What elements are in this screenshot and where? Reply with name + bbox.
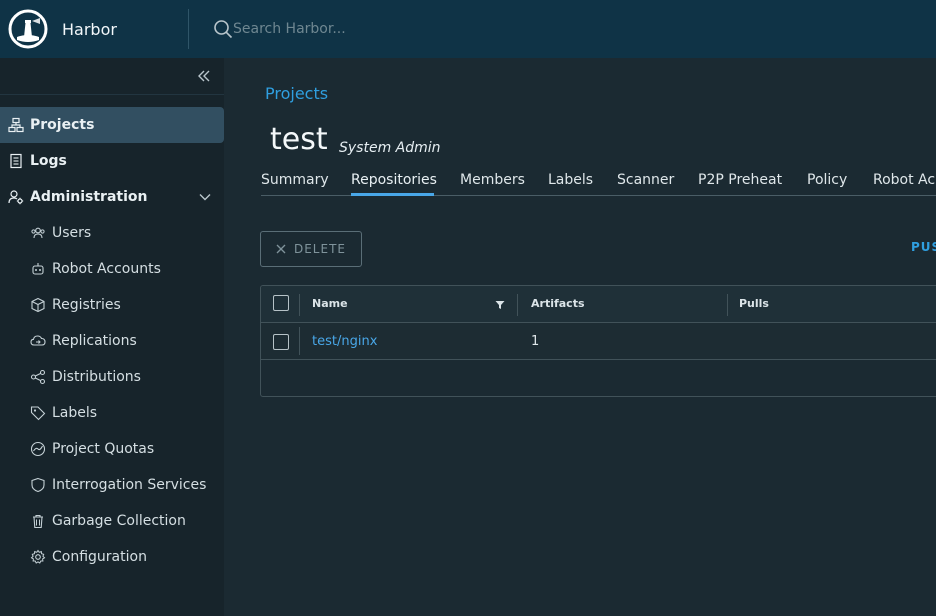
sidebar-item-label: Project Quotas [52, 441, 155, 457]
sidebar-item-interrogation-services[interactable]: Interrogation Services [0, 467, 224, 503]
sidebar-item-logs[interactable]: Logs [0, 143, 224, 179]
delete-button[interactable]: DELETE [260, 231, 362, 267]
sidebar-item-registries[interactable]: Registries [0, 287, 224, 323]
repositories-table: Name Artifacts Pulls test/nginx 1 [260, 285, 936, 397]
page-title: test [270, 122, 328, 157]
push-command-button[interactable]: PUS [911, 240, 936, 254]
sidebar-divider [0, 94, 224, 95]
sidebar-item-distributions[interactable]: Distributions [0, 359, 224, 395]
tab-repositories[interactable]: Repositories [351, 172, 437, 188]
column-header-name[interactable]: Name [312, 297, 348, 310]
shield-icon [31, 477, 45, 493]
tab-summary[interactable]: Summary [261, 172, 329, 188]
sidebar-item-configuration[interactable]: Configuration [0, 539, 224, 575]
harbor-logo-icon [8, 9, 48, 49]
projects-icon [8, 117, 24, 133]
double-chevron-left-icon [198, 70, 210, 82]
app-title: Harbor [62, 19, 117, 39]
column-header-artifacts[interactable]: Artifacts [531, 297, 585, 310]
sidebar-item-label: Replications [52, 333, 137, 349]
row-checkbox[interactable] [273, 334, 289, 350]
tab-scanner[interactable]: Scanner [617, 172, 674, 188]
sidebar-item-label: Users [52, 225, 92, 241]
column-separator [299, 294, 300, 316]
table-header: Name Artifacts Pulls [261, 286, 936, 323]
sidebar: Projects Logs Administration Users Robot… [0, 58, 224, 616]
administration-icon [8, 190, 24, 205]
trash-icon [33, 514, 43, 529]
collapse-sidebar-button[interactable] [194, 66, 214, 86]
tab-labels[interactable]: Labels [548, 172, 593, 188]
sidebar-item-label: Logs [30, 153, 67, 169]
logo-area[interactable]: Harbor [0, 0, 188, 58]
sidebar-item-replications[interactable]: Replications [0, 323, 224, 359]
artifacts-count: 1 [531, 334, 540, 349]
tab-robot-accounts[interactable]: Robot Ac [873, 172, 935, 188]
sidebar-item-robot-accounts[interactable]: Robot Accounts [0, 251, 224, 287]
sidebar-item-label: Interrogation Services [52, 477, 207, 493]
search-bar[interactable] [189, 0, 533, 58]
filter-icon[interactable] [495, 300, 505, 310]
main-content: Projects test System Admin Summary Repos… [224, 58, 936, 616]
sidebar-item-users[interactable]: Users [0, 215, 224, 251]
app-header: Harbor [0, 0, 936, 58]
sidebar-item-label: Garbage Collection [52, 513, 186, 529]
sidebar-item-label: Configuration [52, 549, 147, 565]
search-input[interactable] [233, 21, 533, 37]
tab-policy[interactable]: Policy [807, 172, 847, 188]
column-separator [727, 294, 728, 316]
active-tab-indicator [351, 193, 434, 196]
registries-icon [31, 297, 45, 313]
breadcrumb-projects[interactable]: Projects [265, 84, 328, 103]
sidebar-item-label: Projects [30, 117, 95, 133]
sidebar-item-label: Labels [52, 405, 98, 421]
robot-icon [32, 263, 44, 275]
chevron-down-icon [199, 194, 211, 201]
column-separator [517, 294, 518, 316]
sidebar-item-label: Registries [52, 297, 121, 313]
column-header-pulls[interactable]: Pulls [739, 297, 769, 310]
select-all-checkbox[interactable] [273, 295, 289, 311]
quotas-icon [30, 441, 46, 457]
users-icon [31, 227, 45, 239]
distributions-icon [30, 369, 46, 385]
logs-icon [10, 153, 22, 169]
sidebar-item-garbage-collection[interactable]: Garbage Collection [0, 503, 224, 539]
gear-icon [30, 549, 46, 564]
tab-members[interactable]: Members [460, 172, 525, 188]
sidebar-item-label: Distributions [52, 369, 141, 385]
repository-name-link[interactable]: test/nginx [312, 334, 377, 349]
table-row[interactable]: test/nginx 1 [261, 323, 936, 360]
sidebar-item-label: Administration [30, 189, 148, 205]
sidebar-item-label: Robot Accounts [52, 261, 161, 277]
column-separator [299, 327, 300, 355]
tab-p2p-preheat[interactable]: P2P Preheat [698, 172, 782, 188]
close-icon [276, 244, 286, 254]
sidebar-item-project-quotas[interactable]: Project Quotas [0, 431, 224, 467]
delete-button-label: DELETE [293, 242, 346, 256]
replications-icon [30, 335, 46, 346]
project-tabs: Summary Repositories Members Labels Scan… [261, 166, 936, 196]
sidebar-item-labels[interactable]: Labels [0, 395, 224, 431]
role-badge: System Admin [339, 140, 441, 156]
search-icon [214, 20, 233, 39]
labels-icon [30, 406, 46, 421]
sidebar-item-projects[interactable]: Projects [0, 107, 224, 143]
sidebar-item-administration[interactable]: Administration [0, 179, 224, 215]
